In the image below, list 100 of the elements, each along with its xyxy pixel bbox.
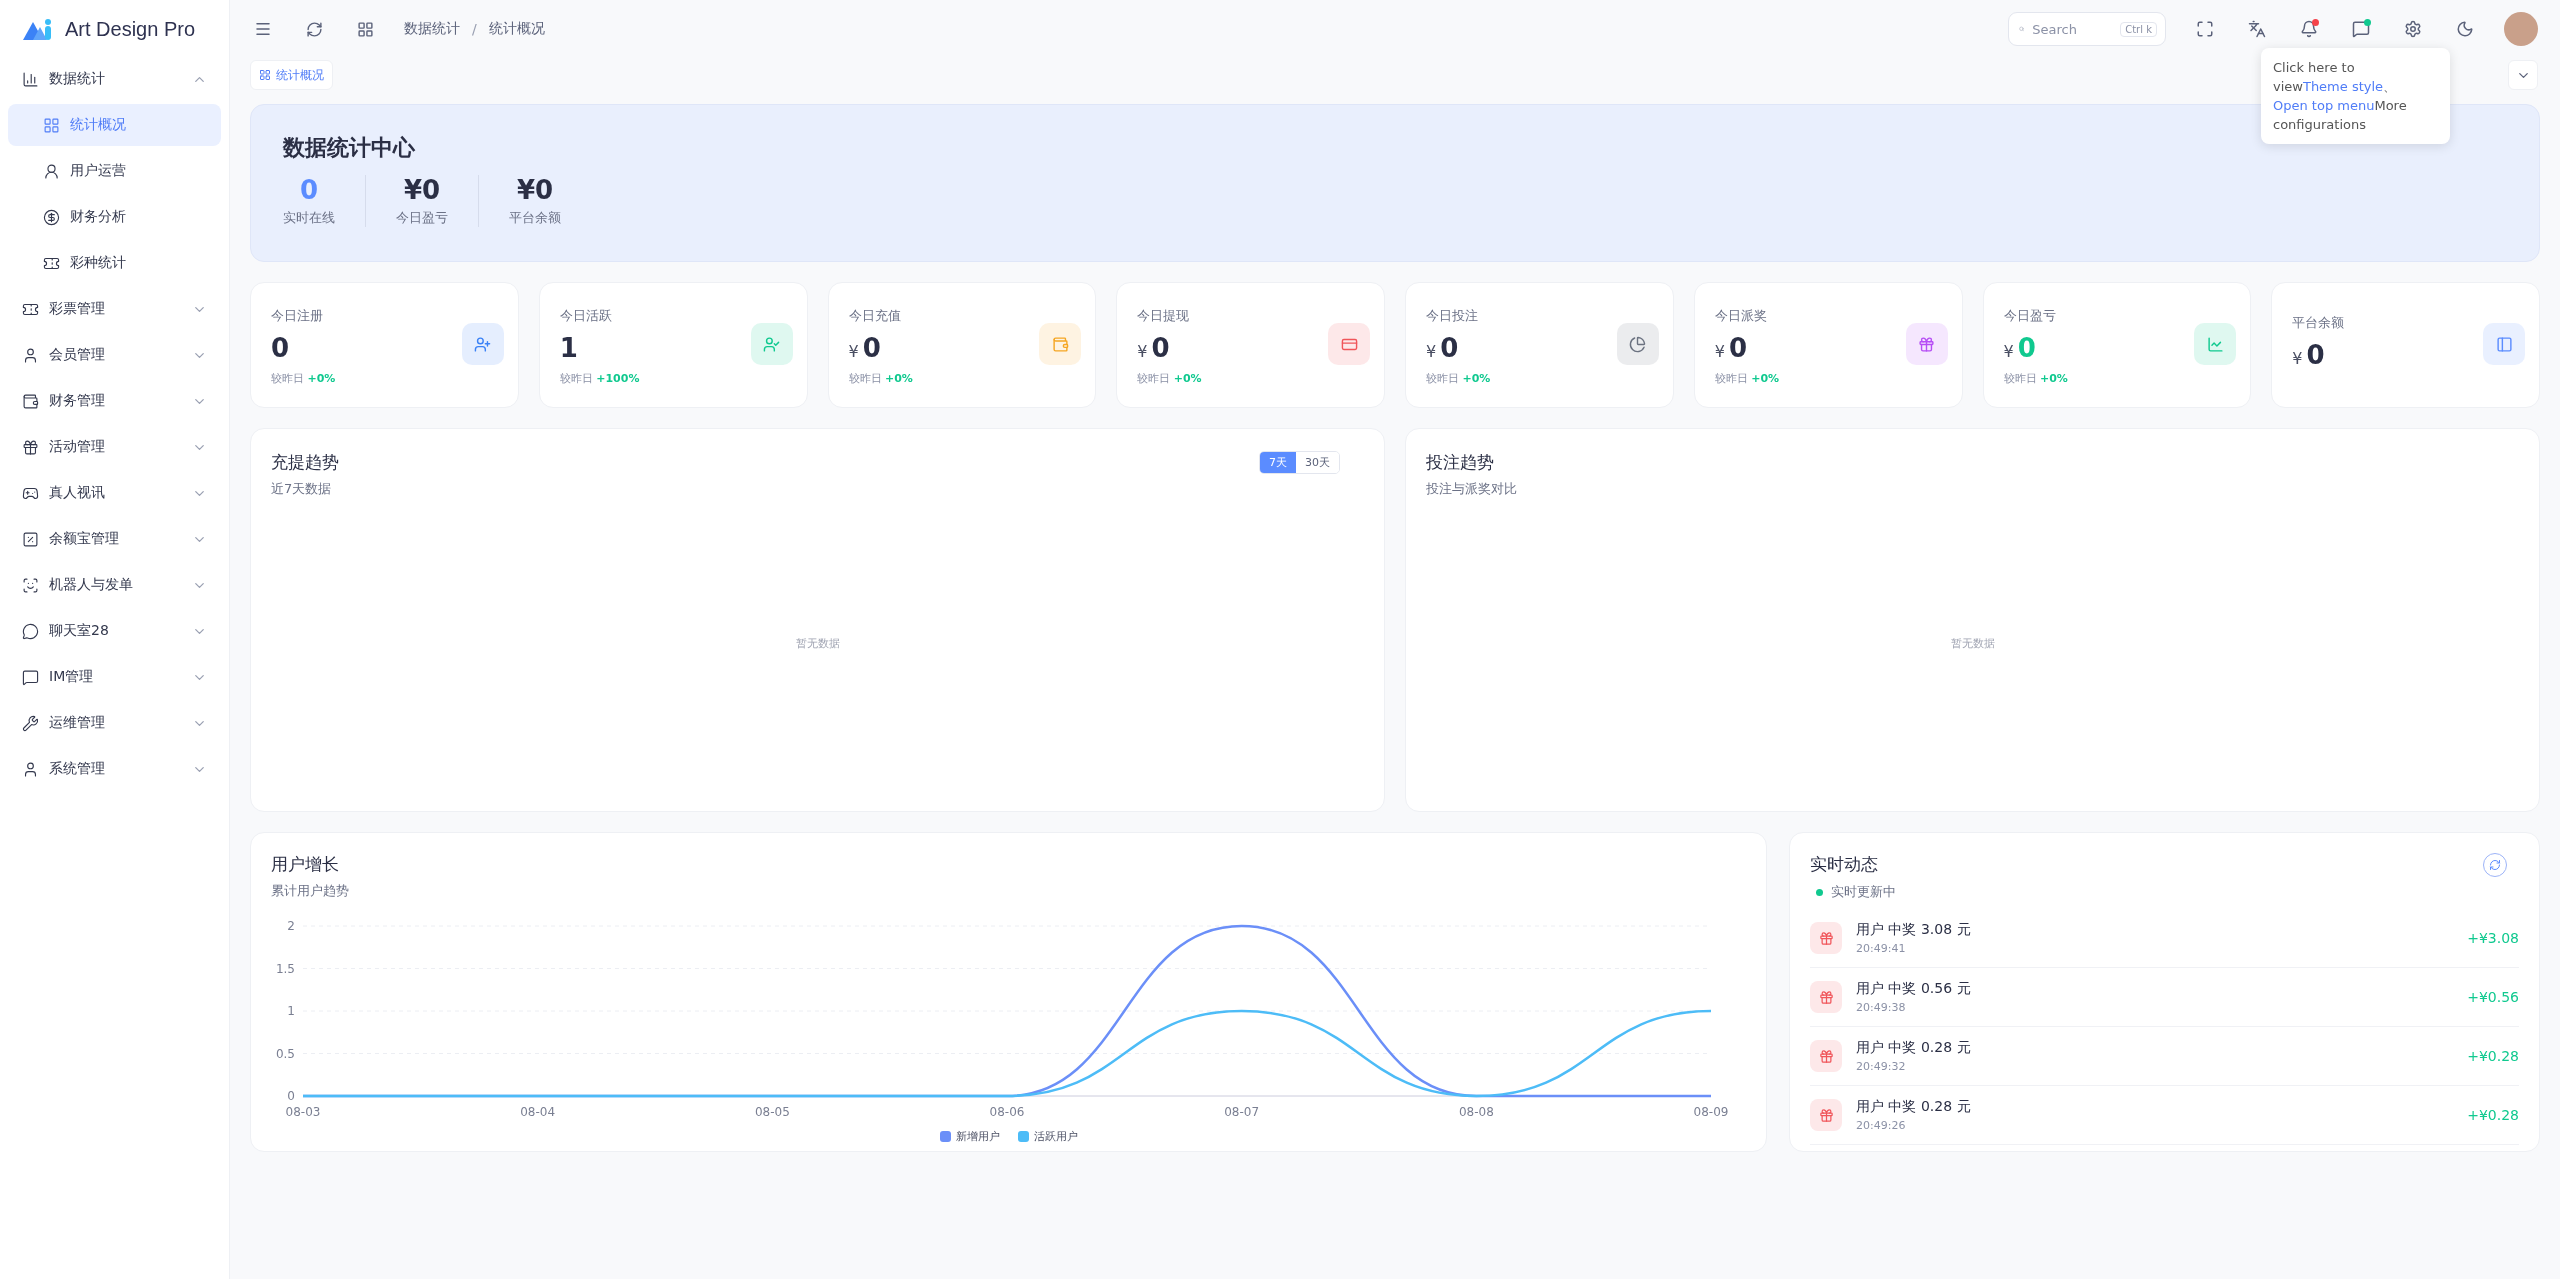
sidebar-item[interactable]: 彩种统计 <box>8 242 221 284</box>
axis-label: 08-08 <box>1458 1105 1494 1119</box>
empty-text: 暂无数据 <box>795 636 840 651</box>
sidebar-item[interactable]: 用户运营 <box>8 150 221 192</box>
currency-symbol: ¥ <box>2003 341 2014 361</box>
stat-label: 平台余额 <box>509 209 561 227</box>
stat-value: 1 <box>559 332 578 363</box>
stat-value: 0 <box>1151 332 1170 363</box>
tooltip-link[interactable]: Theme style <box>2302 79 2384 94</box>
refresh-icon <box>306 20 323 38</box>
sidebar-item[interactable]: 机器人与发单 <box>8 564 221 606</box>
gift-icon <box>1810 1040 1842 1072</box>
card-subtitle: 累计用户趋势 <box>271 882 350 900</box>
axis-label: 08-04 <box>520 1105 556 1119</box>
card-subtitle: 投注与派奖对比 <box>1426 480 1517 498</box>
sidebar-item[interactable]: 余额宝管理 <box>8 518 221 560</box>
refresh-button[interactable] <box>2483 853 2507 877</box>
stat-value: 0 <box>1728 332 1748 363</box>
axis-label: 1 <box>287 1004 295 1018</box>
currency-symbol: ¥ <box>1714 341 1725 361</box>
activity-text: 用户 中奖 0.28 元 <box>1856 1098 1972 1116</box>
card-title: 实时动态 <box>1810 853 1878 876</box>
sidebar-item[interactable]: 运维管理 <box>8 702 221 744</box>
menu-item-icon <box>22 530 39 548</box>
change-text: 较昨日 +100% <box>559 370 640 386</box>
refresh-icon <box>2489 859 2501 871</box>
grid-icon <box>259 69 271 81</box>
menu-item-icon <box>22 438 39 456</box>
sidebar-item[interactable]: 财务管理 <box>8 380 221 422</box>
change-text: 较昨日 +0% <box>1137 370 1202 386</box>
gift-icon <box>1810 922 1842 954</box>
gift-icon <box>1810 981 1842 1013</box>
sidebar-item[interactable]: 会员管理 <box>8 334 221 376</box>
stat-value: 0 <box>2306 340 2325 370</box>
menu-item-icon <box>22 760 39 778</box>
sidebar-item[interactable]: 数据统计 <box>8 58 221 100</box>
currency-symbol: ¥ <box>1426 341 1437 361</box>
axis-label: 08-09 <box>1693 1105 1729 1119</box>
status-dot <box>1816 888 1823 896</box>
card-subtitle: 近7天数据 <box>271 480 333 498</box>
menu-item-icon <box>22 346 39 364</box>
stat-label: 今日投注 <box>1426 306 1479 325</box>
breadcrumb-item[interactable]: 统计概况 <box>488 20 545 38</box>
menu-item-icon <box>43 208 60 226</box>
axis-label: 08-05 <box>754 1105 790 1119</box>
gift-icon <box>1810 1099 1842 1131</box>
currency-symbol: ¥ <box>848 341 859 361</box>
sidebar-item[interactable]: 真人视讯 <box>8 472 221 514</box>
legend-item[interactable]: 新增用户 <box>939 1129 1000 1144</box>
activity-time: 20:49:41 <box>1856 942 1907 955</box>
axis-label: 08-06 <box>989 1105 1025 1119</box>
sidebar-item[interactable]: 活动管理 <box>8 426 221 468</box>
activity-text: 用户 中奖 3.08 元 <box>1856 921 1972 939</box>
grid-icon <box>357 20 374 38</box>
stat-label: 今日提现 <box>1137 306 1191 325</box>
menu-item-icon <box>22 622 39 640</box>
change-text: 较昨日 +0% <box>1714 370 1780 386</box>
app-logo-text: Art Design Pro <box>65 17 196 41</box>
activity-amount: +¥0.56 <box>2467 989 2519 1005</box>
logo-icon <box>23 18 53 40</box>
axis-label: 08-03 <box>285 1105 321 1119</box>
sidebar-item[interactable]: 系统管理 <box>8 748 221 790</box>
breadcrumb-separator: / <box>472 21 477 37</box>
menu-item-icon <box>43 116 60 134</box>
menu-item-icon <box>22 668 39 686</box>
breadcrumb-item[interactable]: 数据统计 <box>404 20 460 38</box>
sidebar-item[interactable]: 聊天室28 <box>8 610 221 652</box>
sidebar-item[interactable]: 财务分析 <box>8 196 221 238</box>
search-input[interactable]: Search <box>2030 20 2115 38</box>
card-title: 投注趋势 <box>1426 451 1495 474</box>
stat-label: 今日活跃 <box>559 306 613 325</box>
change-text: 较昨日 +0% <box>271 370 336 386</box>
stat-label: 今日注册 <box>271 306 324 325</box>
axis-label: 2 <box>287 919 295 933</box>
axis-label: 1.5 <box>275 961 295 976</box>
tooltip-text: Click here to viewTheme style、 Open top menuMore configurations <box>2261 48 2450 144</box>
activity-time: 20:49:32 <box>1856 1060 1907 1073</box>
card-title: 用户增长 <box>271 853 340 876</box>
sidebar-item[interactable]: IM管理 <box>8 656 221 698</box>
tooltip-link[interactable]: Open top menu <box>2273 98 2375 113</box>
stat-value: 0 <box>2017 332 2036 363</box>
activity-text: 用户 中奖 0.56 元 <box>1856 980 1972 998</box>
stat-label: 实时在线 <box>283 209 335 227</box>
card-title: 充提趋势 <box>271 451 339 474</box>
stat-value: 0 <box>271 332 290 363</box>
stat-label: 今日盈亏 <box>2003 306 2057 325</box>
activity-time: 20:49:26 <box>1856 1119 1907 1132</box>
stat-value: ¥0 <box>516 175 554 205</box>
menu-item-icon <box>43 162 60 180</box>
legend-item[interactable]: 活跃用户 <box>1017 1129 1078 1144</box>
axis-label: 08-07 <box>1224 1105 1260 1119</box>
page-tab[interactable]: 统计概况 <box>250 60 333 90</box>
change-text: 较昨日 +0% <box>1426 370 1491 386</box>
stat-value: 0 <box>862 332 881 363</box>
menu-item-icon <box>22 714 39 732</box>
sidebar-item[interactable]: 彩票管理 <box>8 288 221 330</box>
activity-text: 用户 中奖 0.28 元 <box>1856 1039 1972 1057</box>
stat-value: ¥0 <box>403 175 441 205</box>
activity-amount: +¥0.28 <box>2467 1107 2519 1123</box>
activity-amount: +¥3.08 <box>2467 930 2519 946</box>
